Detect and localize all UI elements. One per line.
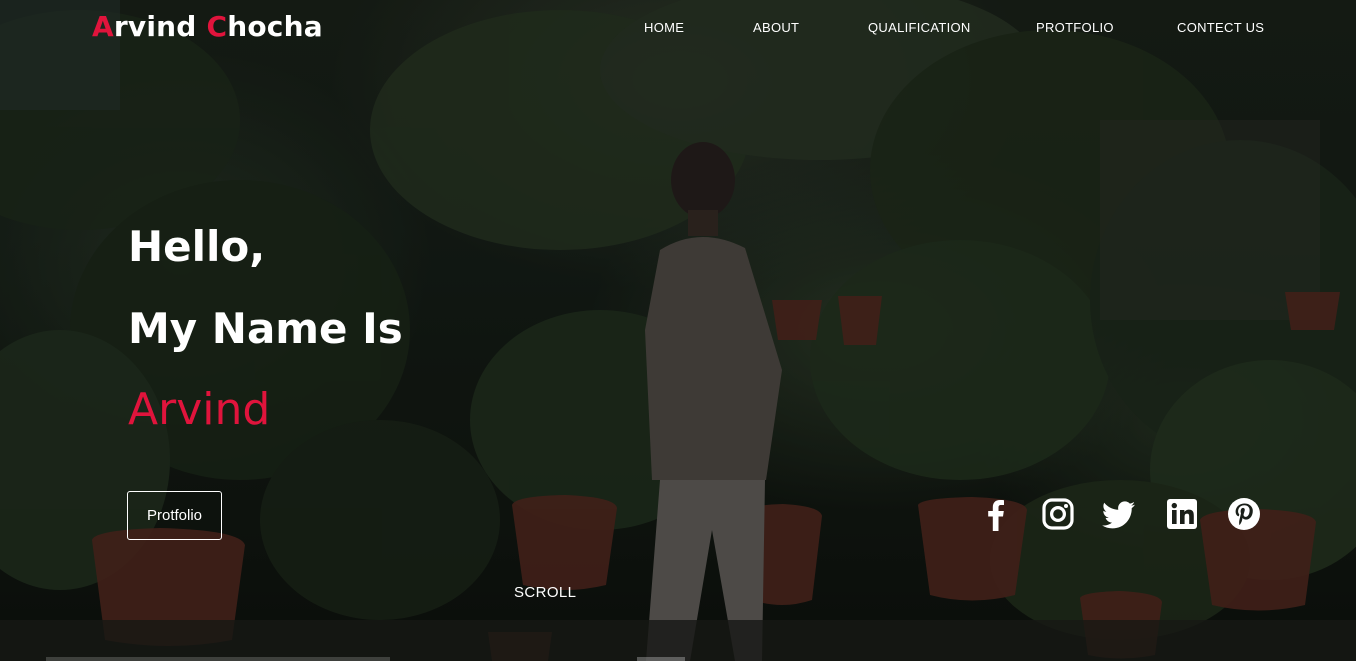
portfolio-button[interactable]: Protfolio	[127, 491, 222, 540]
horizontal-scrollbar-thumb[interactable]	[637, 657, 685, 661]
nav-qualification[interactable]: QUALIFICATION	[868, 20, 971, 35]
pinterest-icon	[1228, 498, 1260, 530]
facebook-icon	[988, 500, 1004, 531]
nav-about[interactable]: ABOUT	[753, 20, 799, 35]
main-nav: HOME ABOUT QUALIFICATION PROTFOLIO CONTE…	[0, 20, 1356, 40]
linkedin-link[interactable]	[1165, 497, 1199, 533]
scroll-indicator[interactable]: SCROLL	[514, 584, 576, 601]
pinterest-link[interactable]	[1227, 497, 1261, 533]
nav-contact-us[interactable]: CONTECT US	[1177, 20, 1264, 35]
hero-name: Arvind	[128, 384, 271, 435]
horizontal-scrollbar-track[interactable]	[46, 657, 390, 661]
linkedin-icon	[1167, 499, 1197, 529]
facebook-link[interactable]	[979, 497, 1013, 533]
nav-home[interactable]: HOME	[644, 20, 684, 35]
instagram-icon	[1042, 498, 1074, 530]
nav-portfolio[interactable]: PROTFOLIO	[1036, 20, 1114, 35]
hero-section: Arvind Chocha HOME ABOUT QUALIFICATION P…	[0, 0, 1356, 661]
twitter-icon	[1102, 501, 1135, 529]
instagram-link[interactable]	[1041, 497, 1075, 533]
hero-intro: My Name Is	[128, 304, 403, 353]
hero-greeting: Hello,	[128, 222, 266, 271]
twitter-link[interactable]	[1102, 497, 1136, 533]
